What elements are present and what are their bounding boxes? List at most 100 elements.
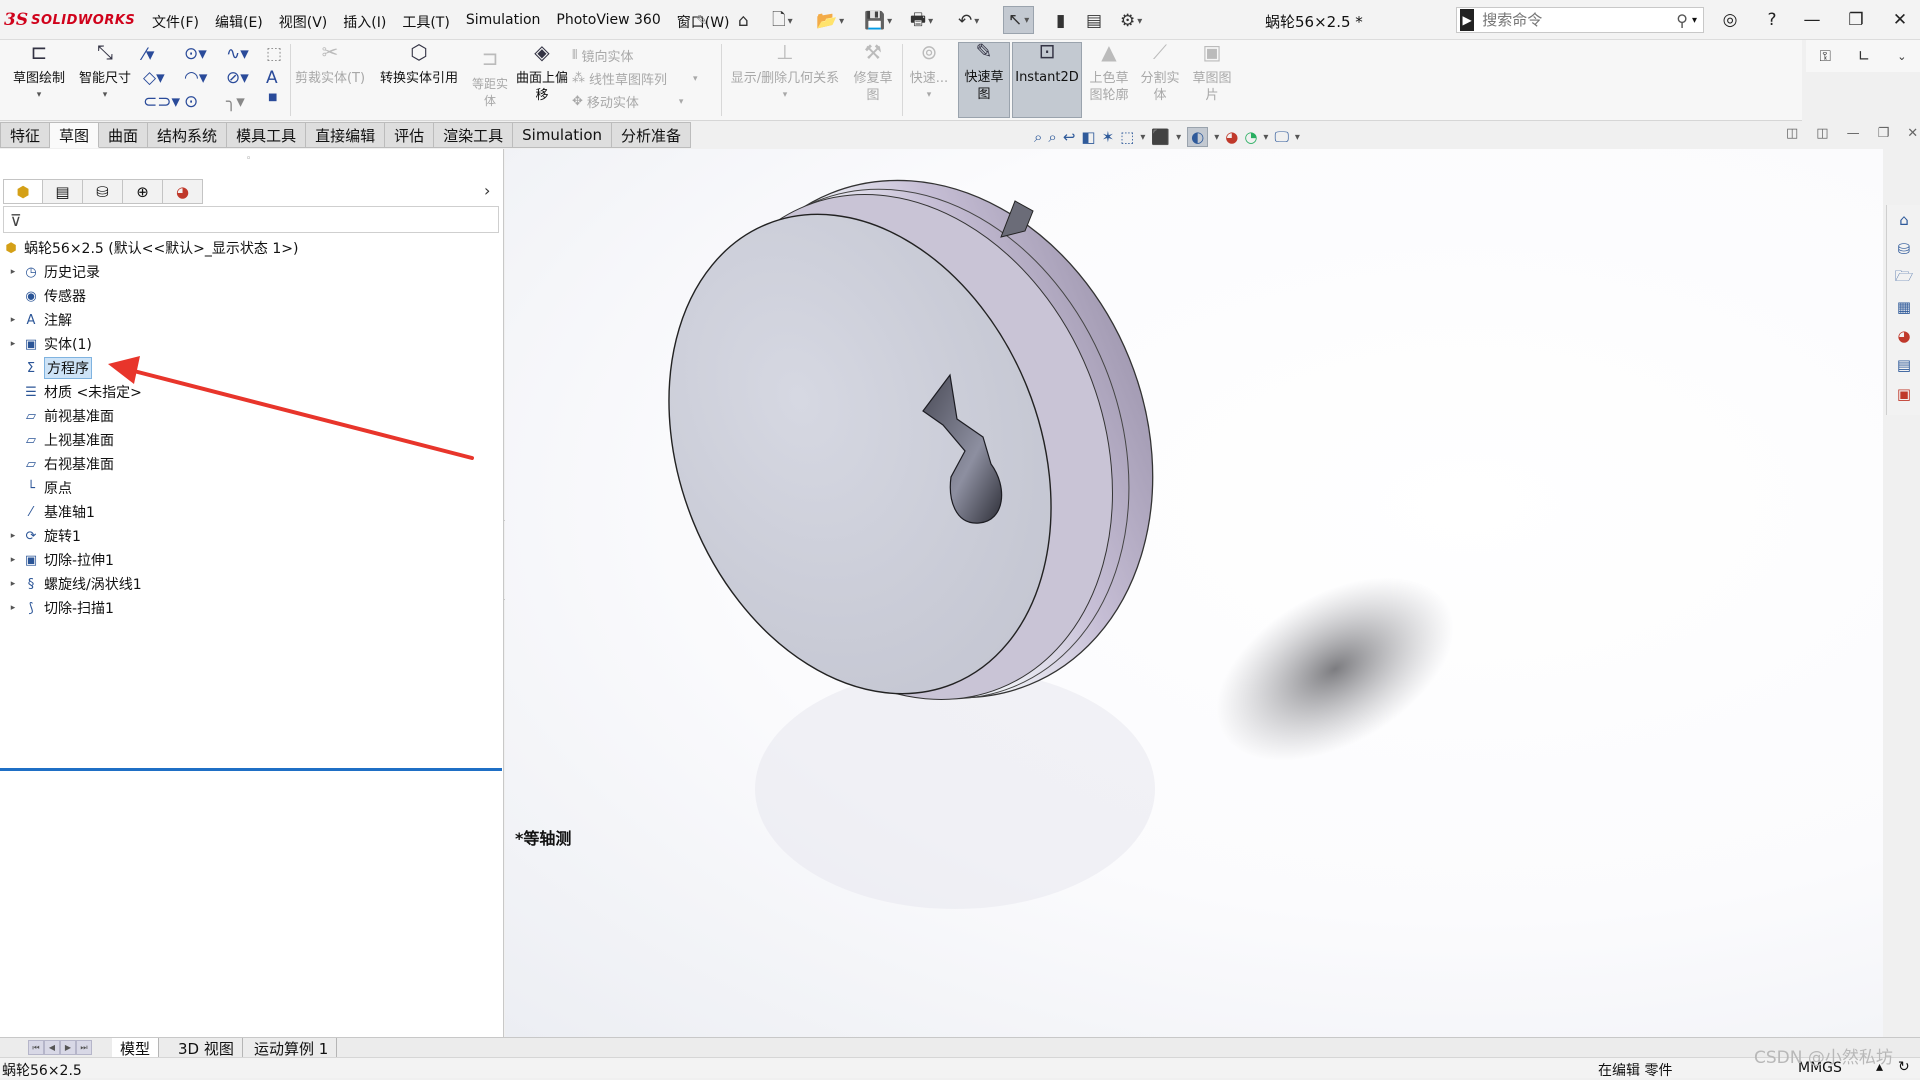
help-button[interactable]: ? [1752, 6, 1792, 34]
menu-photoview[interactable]: PhotoView 360 [548, 10, 668, 34]
smart-dimension-button[interactable]: ⤡ 智能尺寸 ▾ [74, 42, 136, 104]
pin-icon[interactable]: ✎ [696, 8, 708, 34]
tree-item[interactable]: ⁄ 基准轴1 [8, 501, 95, 523]
shaded-contours-button[interactable]: ▲ 上色草图轮廓 [1084, 42, 1134, 104]
open-button[interactable]: 📂 ▾ [816, 8, 844, 34]
tree-filter-field[interactable]: ⊽ [3, 206, 499, 233]
minimize-icon[interactable]: — [1847, 126, 1860, 141]
search-input[interactable] [1474, 9, 1677, 31]
polygon-icon[interactable]: ◇▾ [143, 68, 165, 88]
hide-show-icon[interactable]: ◐ [1187, 127, 1209, 147]
text-icon[interactable]: A [266, 68, 278, 88]
convert-entities-button[interactable]: ⬡ 转换实体引用 [374, 42, 464, 87]
expand-arrow-icon[interactable]: ▸ [8, 555, 18, 565]
chevron-down-icon[interactable]: ▾ [1176, 132, 1181, 143]
new-button[interactable]: 🗋 ▾ [772, 8, 793, 34]
tree-item[interactable]: Σ 方程序 [8, 357, 92, 379]
chevron-down-icon[interactable]: ⌄ [1897, 50, 1906, 63]
expand-arrow-icon[interactable]: ▸ [8, 339, 18, 349]
save-button[interactable]: 💾 ▾ [864, 8, 892, 34]
account-button[interactable]: ◎ [1710, 6, 1750, 34]
feature-manager-tab[interactable]: ⬢ [3, 179, 43, 204]
menu-tools[interactable]: 工具(T) [394, 10, 457, 34]
tab-render-tools[interactable]: 渲染工具 [434, 122, 514, 148]
tab-structure-system[interactable]: 结构系统 [148, 122, 228, 148]
view-orientation-icon[interactable]: ⬚ [1120, 128, 1134, 146]
tree-item[interactable]: ▸ ◷ 历史记录 [8, 261, 100, 283]
traffic-light-button[interactable]: ▮ [1056, 8, 1065, 34]
property-manager-tab[interactable]: ▤ [43, 179, 83, 204]
panel-right-icon[interactable]: ◫ [1816, 126, 1828, 141]
print-button[interactable]: 🖶 ▾ [910, 8, 933, 34]
last-tab-icon[interactable]: ⏭ [76, 1040, 92, 1055]
file-properties-button[interactable]: ▤ [1086, 8, 1102, 34]
panel-left-icon[interactable]: ◫ [1786, 126, 1798, 141]
tab-features[interactable]: 特征 [0, 122, 51, 148]
menu-view[interactable]: 视图(V) [271, 10, 336, 34]
tab-surfaces[interactable]: 曲面 [99, 122, 149, 148]
chevron-right-icon[interactable]: › [484, 181, 490, 200]
sketch-button[interactable]: ⊏ 草图绘制 ▾ [8, 42, 70, 104]
rectangle-dashed-icon[interactable]: ⬚ [266, 44, 282, 64]
fillet-icon[interactable]: ╮▾ [226, 92, 245, 112]
solidworks-logo[interactable]: 3S SOLIDWORKS [4, 8, 135, 32]
search-box[interactable]: ▶ ⚲ ▾ [1456, 7, 1704, 33]
tree-item[interactable]: ▸ § 螺旋线/涡状线1 [8, 573, 142, 595]
chevron-down-icon[interactable]: ▾ [1263, 132, 1268, 143]
design-library-button[interactable]: ⛁ [1889, 235, 1919, 263]
close-button[interactable]: ✕ [1880, 6, 1920, 34]
restore-icon[interactable]: ❐ [1878, 126, 1890, 141]
zoom-area-icon[interactable]: ⌕ [1048, 128, 1056, 146]
spline-icon[interactable]: ∿▾ [226, 44, 249, 64]
menu-edit[interactable]: 编辑(E) [207, 10, 271, 34]
tab-mold-tools[interactable]: 模具工具 [227, 122, 307, 148]
first-tab-icon[interactable]: ⏮ [28, 1040, 44, 1055]
tree-item[interactable]: └ 原点 [8, 477, 72, 499]
expand-arrow-icon[interactable]: ▸ [8, 603, 18, 613]
move-entities-button[interactable]: ✥ 移动实体 ▾ [572, 92, 683, 111]
next-tab-icon[interactable]: ▶ [60, 1040, 76, 1055]
key-icon[interactable]: ⚿ [1819, 47, 1830, 65]
tree-item[interactable]: ▱ 上视基准面 [8, 429, 114, 451]
ellipse-icon[interactable]: ⊘▾ [226, 68, 249, 88]
tree-root[interactable]: ⬢ 蜗轮56×2.5 (默认<<默认>_显示状态 1>) [2, 237, 298, 259]
menu-simulation[interactable]: Simulation [458, 10, 549, 34]
tab-3d-view[interactable]: 3D 视图 [170, 1038, 243, 1058]
tree-item[interactable]: ▱ 右视基准面 [8, 453, 114, 475]
minimize-button[interactable]: — [1792, 6, 1832, 34]
chevron-down-icon[interactable]: ▾ [1295, 132, 1300, 143]
chevron-down-icon[interactable]: ▾ [1692, 15, 1697, 26]
display-relations-button[interactable]: ⊥ 显示/删除几何关系 ▾ [726, 42, 844, 104]
tab-evaluate[interactable]: 评估 [385, 122, 435, 148]
panel-grip-icon[interactable]: ◦ [246, 154, 251, 164]
menu-insert[interactable]: 插入(I) [335, 10, 394, 34]
undo-button[interactable]: ↶ ▾ [958, 8, 979, 34]
tab-sketch[interactable]: 草图 [50, 122, 100, 148]
display-style-icon[interactable]: ⬛ [1151, 128, 1170, 146]
tree-item[interactable]: ◉ 传感器 [8, 285, 86, 307]
solidworks-resources-button[interactable]: ⌂ [1889, 206, 1919, 234]
file-explorer-button[interactable]: 🗁 [1889, 264, 1919, 292]
tree-item[interactable]: ☰ 材质 <未指定> [8, 381, 142, 403]
repair-sketch-button[interactable]: ⚒ 修复草图 [850, 42, 896, 104]
view-palette-button[interactable]: ▦ [1889, 293, 1919, 321]
expand-arrow-icon[interactable]: ▸ [8, 267, 18, 277]
point-icon[interactable]: ⊙ [184, 92, 198, 112]
graphics-area[interactable]: *等轴测 [505, 149, 1883, 1037]
tree-item[interactable]: ▸ ⟆ 切除-扫描1 [8, 597, 114, 619]
offset-on-surface-button[interactable]: ◈ 曲面上偏移 [516, 42, 568, 104]
tree-item[interactable]: ▸ A 注解 [8, 309, 72, 331]
split-entities-button[interactable]: ⟋ 分割实体 [1136, 42, 1184, 104]
chevron-down-icon[interactable]: ▾ [1140, 132, 1145, 143]
section-view-icon[interactable]: ◧ [1081, 128, 1095, 146]
rebuild-status-icon[interactable]: ↻ [1898, 1059, 1910, 1075]
slot-icon[interactable]: ⊂⊃▾ [143, 92, 180, 112]
select-button[interactable]: ↖ ▾ [1003, 6, 1035, 34]
mirror-entities-button[interactable]: ⫴ 镜向实体 [572, 46, 633, 65]
tree-item[interactable]: ▸ ▣ 切除-拉伸1 [8, 549, 114, 571]
previous-tab-icon[interactable]: ◀ [44, 1040, 60, 1055]
tree-item[interactable]: ▸ ▣ 实体(1) [8, 333, 92, 355]
circle-icon[interactable]: ⊙▾ [184, 44, 207, 64]
previous-view-icon[interactable]: ↩ [1063, 128, 1076, 146]
solidworks-forum-button[interactable]: ▣ [1889, 380, 1919, 408]
